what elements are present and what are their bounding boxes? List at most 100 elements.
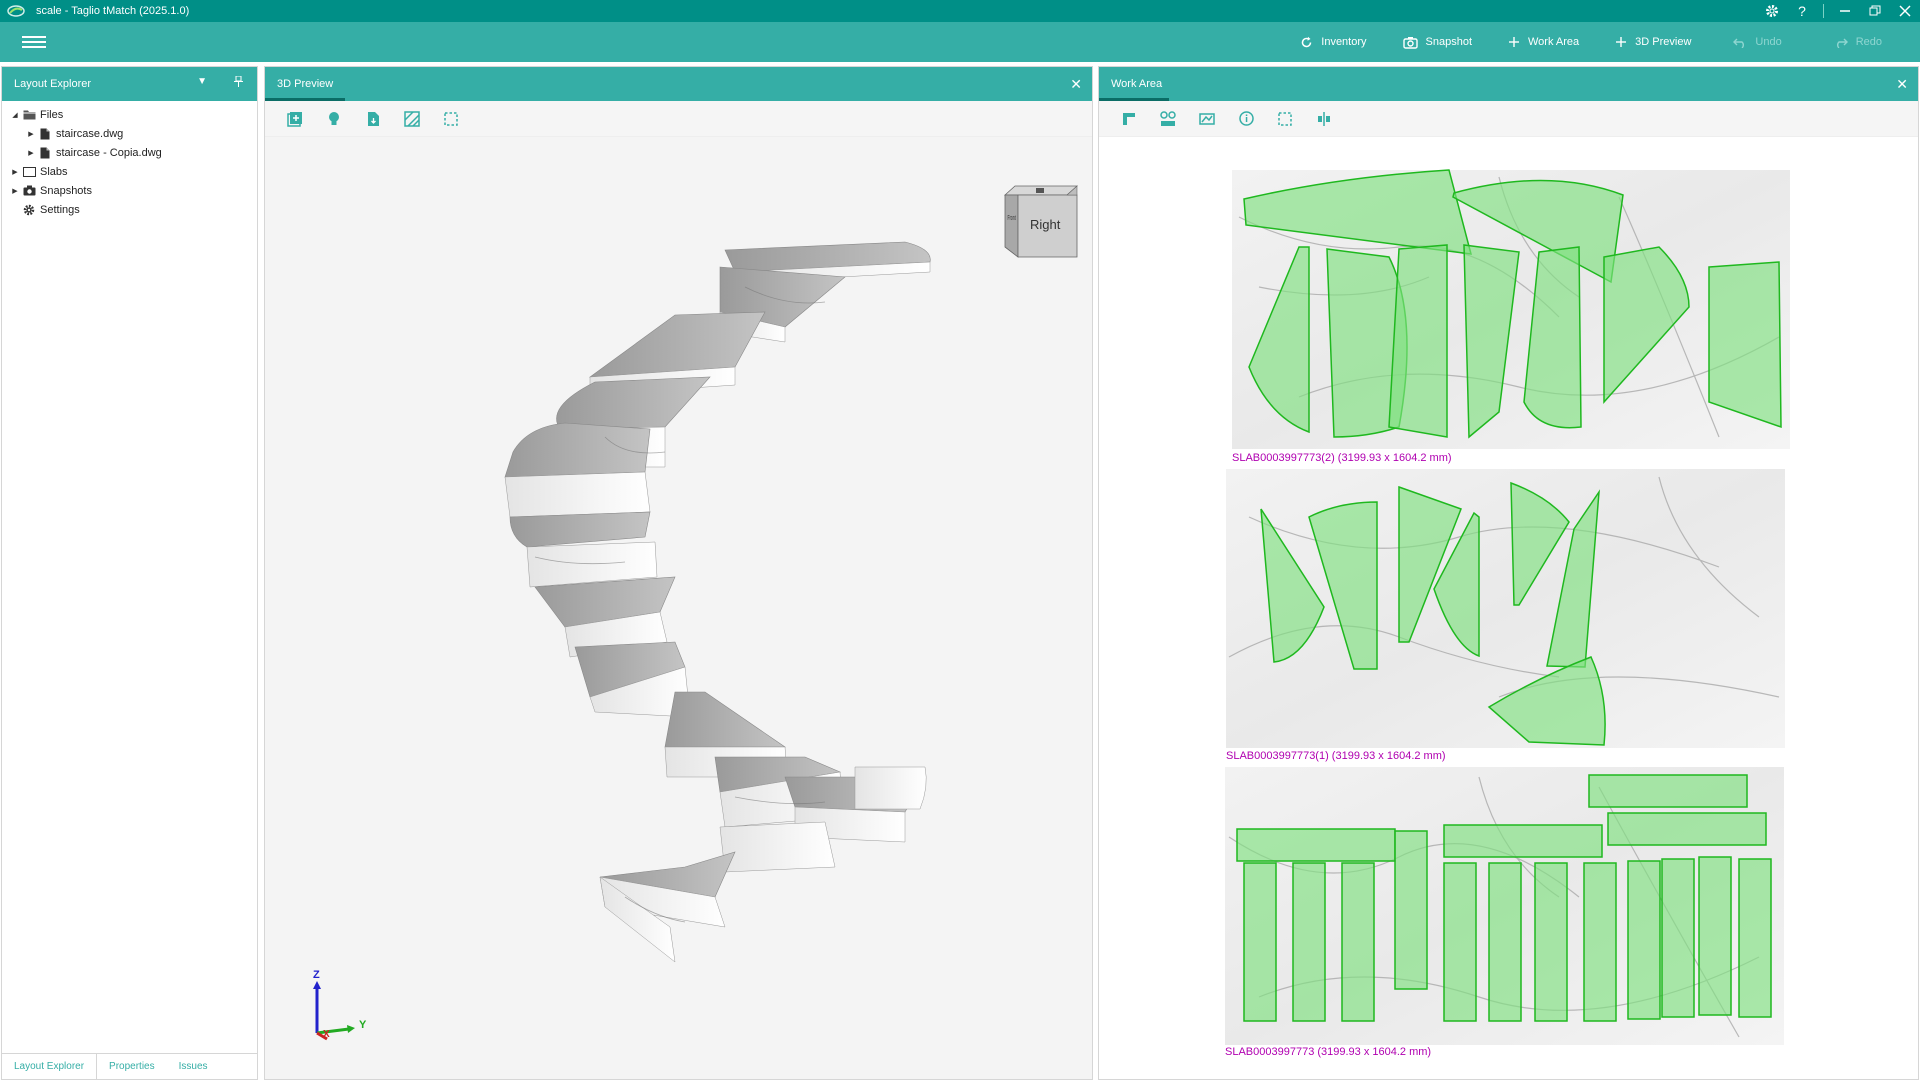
layout-tree: ◢ Files ▶ staircase.dwg ▶ staircase - Co… [2,101,257,219]
expand-arrow-icon[interactable]: ▶ [10,186,20,196]
layout-explorer-panel: Layout Explorer ▼ ◢ Files ▶ staircase.dw… [1,66,258,1080]
plus-icon [1616,37,1627,47]
slabs-layout[interactable]: SLAB0003997773(2) (3199.93 x 1604.2 mm) … [1099,137,1918,1079]
axis-triad: Z Y X [307,969,377,1043]
file-icon [38,128,52,140]
tab-layout-explorer[interactable]: Layout Explorer [2,1053,98,1080]
lightbulb-icon[interactable] [322,107,346,131]
cut-piece[interactable] [1341,862,1375,1022]
tree-item-slabs[interactable]: ▶ Slabs [2,162,257,181]
title-separator [1823,4,1824,18]
cut-piece[interactable] [1661,858,1695,1018]
cut-piece[interactable] [1698,856,1732,1016]
tab-properties[interactable]: Properties [97,1054,167,1080]
3d-preview-title[interactable]: 3D Preview [277,78,333,90]
cut-piece[interactable] [1443,862,1477,1022]
layout-explorer-title: Layout Explorer [14,78,92,90]
expand-arrow-icon[interactable]: ▶ [26,148,36,158]
viewcube-right-face[interactable]: Right [1030,217,1060,232]
close-window-icon[interactable] [1890,0,1920,22]
cut-piece[interactable] [1534,862,1568,1022]
3d-preview-header: 3D Preview ✕ [265,67,1092,101]
axis-z-label: Z [313,969,320,981]
slab-2-label: SLAB0003997773(1) (3199.93 x 1604.2 mm) [1226,750,1446,762]
info-icon[interactable] [1234,107,1258,131]
cut-piece[interactable] [1708,261,1782,429]
cut-piece[interactable] [1588,774,1748,808]
active-tab-underline [1099,98,1169,101]
3d-preview-panel: 3D Preview ✕ Front Right Z Y X [264,66,1093,1080]
cut-piece[interactable] [1627,860,1661,1020]
work-area-canvas[interactable]: SLAB0003997773(2) (3199.93 x 1604.2 mm) … [1099,137,1918,1079]
cut-piece[interactable] [1583,862,1617,1022]
camera-icon [1402,36,1418,49]
work-area-tools [1099,101,1918,137]
cut-piece[interactable] [1394,830,1428,990]
slab-1-label: SLAB0003997773(2) (3199.93 x 1604.2 mm) [1232,452,1452,464]
undo-icon [1733,38,1745,48]
redo-icon [1836,38,1848,48]
app-logo-icon [7,5,25,17]
slab-icon [22,166,36,178]
3d-preview-button[interactable]: 3D Preview [1597,22,1709,62]
cut-piece[interactable] [1443,824,1603,858]
work-area-panel: Work Area ✕ SLAB0003997773(2) (3199.93 x… [1098,66,1919,1080]
tree-item-files[interactable]: ◢ Files [2,105,257,124]
cut-piece[interactable] [1738,858,1772,1018]
slab-1[interactable] [1232,169,1790,449]
folder-icon [22,109,36,121]
inventory-button[interactable]: Inventory [1282,22,1384,62]
nesting-tool-icon[interactable] [1156,107,1180,131]
cut-piece[interactable] [1488,862,1522,1022]
work-area-header: Work Area ✕ [1099,67,1918,101]
title-bar: scale - Taglio tMatch (2025.1.0) ? [0,0,1920,22]
file-icon [38,147,52,159]
corner-align-icon[interactable] [1117,107,1141,131]
slab-image-icon[interactable] [1195,107,1219,131]
work-area-title[interactable]: Work Area [1111,78,1162,90]
layout-explorer-header: Layout Explorer ▼ [2,67,257,101]
close-work-area-icon[interactable]: ✕ [1896,76,1908,93]
cut-piece[interactable] [1243,862,1277,1022]
pin-icon[interactable] [234,75,243,90]
cut-piece[interactable] [1607,812,1767,846]
active-tab-underline [265,98,345,101]
tree-item-snapshots[interactable]: ▶ Snapshots [2,181,257,200]
slab-2[interactable] [1226,469,1785,748]
help-icon[interactable]: ? [1787,0,1817,22]
slab-3[interactable] [1225,767,1784,1045]
collapse-arrow-icon[interactable]: ◢ [10,110,20,120]
selection-rect-icon[interactable] [1273,107,1297,131]
tree-item-staircase-copia-dwg[interactable]: ▶ staircase - Copia.dwg [2,143,257,162]
selection-rect-icon[interactable] [439,107,463,131]
close-3d-preview-icon[interactable]: ✕ [1070,76,1082,93]
texture-hatch-icon[interactable] [400,107,424,131]
work-area-button[interactable]: Work Area [1490,22,1597,62]
expand-arrow-icon[interactable]: ▶ [10,167,20,177]
hamburger-menu-icon[interactable] [20,32,48,52]
redo-button[interactable]: Redo [1810,22,1920,62]
panel-dropdown-icon[interactable]: ▼ [197,76,207,87]
settings-gear-icon[interactable] [1757,0,1787,22]
minimize-icon[interactable] [1830,0,1860,22]
staircase-3d-model[interactable] [265,137,1092,1079]
tab-issues[interactable]: Issues [167,1054,220,1080]
slab-3-label: SLAB0003997773 (3199.93 x 1604.2 mm) [1225,1046,1431,1058]
cut-piece[interactable] [1388,244,1448,438]
cut-piece[interactable] [1292,862,1326,1022]
3d-viewport[interactable]: Front Right Z Y X [265,137,1092,1079]
restore-icon[interactable] [1860,0,1890,22]
view-cube[interactable]: Front Right [1000,185,1080,261]
expand-arrow-icon[interactable]: ▶ [26,129,36,139]
tree-item-staircase-dwg[interactable]: ▶ staircase.dwg [2,124,257,143]
split-tool-icon[interactable] [1312,107,1336,131]
tree-item-settings[interactable]: Settings [2,200,257,219]
plus-icon [1509,37,1519,47]
export-file-icon[interactable] [361,107,385,131]
undo-button[interactable]: Undo [1709,22,1809,62]
3d-preview-tools [265,101,1092,137]
cut-piece[interactable] [1236,828,1396,862]
viewcube-front-face[interactable]: Front [1008,215,1019,222]
add-view-icon[interactable] [283,107,307,131]
snapshot-button[interactable]: Snapshot [1385,22,1490,62]
